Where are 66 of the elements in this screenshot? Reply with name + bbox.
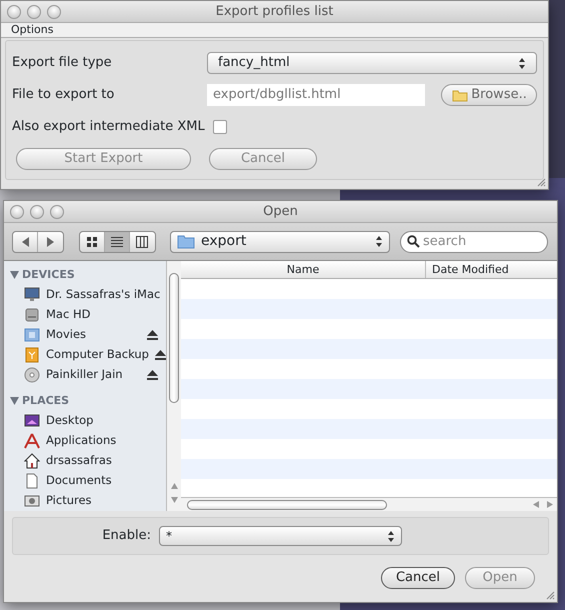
forward-arrow-icon <box>46 236 55 246</box>
column-view-icon <box>136 236 148 248</box>
search-icon <box>407 235 420 248</box>
list-view-icon <box>110 236 122 248</box>
monitor-icon <box>24 287 40 303</box>
back-arrow-icon <box>20 236 30 246</box>
open-button: Open <box>465 567 535 589</box>
field-label: Also export intermediate XML <box>12 118 205 136</box>
triangle-down-icon <box>10 271 19 279</box>
scroll-left-arrow-icon <box>533 501 539 508</box>
scroll-down-arrow-icon <box>171 497 178 503</box>
resize-grip-icon <box>545 590 555 600</box>
column-header[interactable]: Date Modified <box>426 261 557 278</box>
window-control-button[interactable] <box>10 205 24 219</box>
window-control-button[interactable] <box>47 5 61 19</box>
resize-grip-icon <box>536 177 546 187</box>
sidebar-item[interactable]: Pictures <box>4 491 166 511</box>
cancel-button[interactable]: Cancel <box>381 567 455 589</box>
scroll-right-arrow-icon <box>547 501 553 508</box>
house-icon <box>24 453 40 469</box>
sidebar-item[interactable]: Documents <box>4 471 166 491</box>
drive-icon <box>24 347 40 363</box>
input-field[interactable]: export/dbgllist.html <box>207 84 425 106</box>
field-label: File to export to <box>12 86 116 104</box>
desktop-icon <box>24 413 40 429</box>
sidebar-item[interactable]: Desktop <box>4 411 166 431</box>
window-title: Open <box>263 204 298 219</box>
disc-icon <box>24 367 40 383</box>
icon-view-icon <box>86 236 98 248</box>
window-control-button[interactable] <box>30 205 44 219</box>
scrollbar[interactable] <box>181 497 557 511</box>
scroll-up-arrow-icon <box>171 483 178 489</box>
section-header[interactable]: PLACES <box>4 391 166 411</box>
sidebar-item[interactable]: Dr. Sassafras's iMac <box>4 285 166 305</box>
sidebar-item[interactable]: Applications <box>4 431 166 451</box>
sidebar-item[interactable]: Painkiller Jain <box>4 365 166 385</box>
sidebar-item[interactable]: drsassafras <box>4 451 166 471</box>
field-label: Export file type <box>12 54 113 72</box>
dropdown[interactable]: fancy_html <box>207 52 537 74</box>
checkbox[interactable] <box>212 120 227 134</box>
updown-arrows-icon <box>375 235 383 248</box>
view-mode-button[interactable] <box>104 232 130 252</box>
dropdown[interactable]: * <box>159 526 402 546</box>
sidebar-item[interactable]: Mac HD <box>4 305 166 325</box>
eject-icon[interactable] <box>147 370 158 380</box>
document-icon <box>24 473 40 489</box>
browse-button[interactable]: Browse.. <box>441 84 537 106</box>
window-control-button[interactable] <box>27 5 41 19</box>
column-header[interactable]: Name <box>181 261 426 278</box>
sidebar-item[interactable]: Movies <box>4 325 166 345</box>
updown-arrows-icon <box>518 56 526 70</box>
window-control-button[interactable] <box>7 5 21 19</box>
camera-icon <box>24 493 40 509</box>
scrollbar[interactable] <box>166 261 181 511</box>
search-field[interactable]: search <box>400 230 548 252</box>
eject-icon[interactable] <box>147 330 158 340</box>
menu-item[interactable]: Options <box>11 23 54 36</box>
triangle-down-icon <box>10 397 19 405</box>
section-header[interactable]: DEVICES <box>4 265 166 285</box>
field-label: Enable: <box>101 527 152 546</box>
location-dropdown[interactable]: export <box>170 230 390 252</box>
updown-arrows-icon <box>387 530 395 542</box>
sidebar-item[interactable]: Computer Backup <box>4 345 166 365</box>
eject-icon[interactable] <box>154 350 166 360</box>
window-control-button[interactable] <box>50 205 64 219</box>
window-title: Export profiles list <box>216 4 334 19</box>
